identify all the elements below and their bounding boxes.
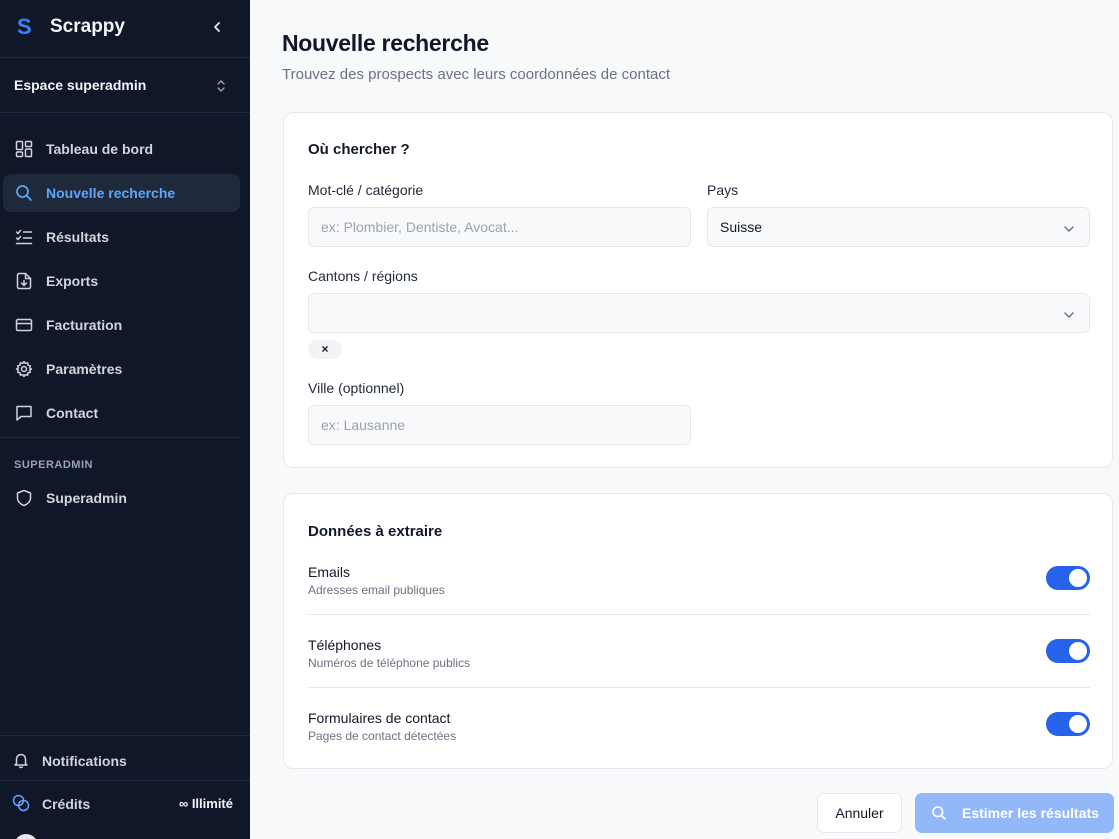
estimate-button-label: Estimer les résultats	[962, 805, 1099, 821]
forms-toggle[interactable]	[1046, 712, 1090, 736]
where-card-title: Où chercher ?	[308, 141, 410, 158]
option-description: Adresses email publiques	[308, 583, 445, 597]
notifications-item[interactable]: Notifications	[0, 737, 250, 781]
message-icon	[15, 404, 33, 422]
workspace-label: Espace superadmin	[14, 77, 147, 93]
brand-name: Scrappy	[50, 16, 125, 37]
chevron-left-icon	[214, 22, 220, 32]
country-label: Pays	[707, 182, 739, 198]
option-description: Numéros de téléphone publics	[308, 656, 471, 670]
sidebar-divider	[0, 735, 250, 736]
sidebar-item-exports[interactable]: Exports	[3, 262, 240, 300]
toggle-knob	[1069, 569, 1087, 587]
option-row-phones: Téléphones Numéros de téléphone publics	[308, 637, 1090, 688]
credits-item: Crédits ∞ Illimité	[0, 780, 250, 824]
chevron-up-down-icon	[213, 77, 229, 95]
workspace-switcher[interactable]: Espace superadmin	[0, 58, 250, 113]
keyword-label: Mot-clé / catégorie	[308, 182, 424, 198]
cancel-button[interactable]: Annuler	[817, 793, 902, 833]
list-check-icon	[15, 228, 33, 246]
search-icon	[15, 184, 33, 202]
sidebar-item-billing[interactable]: Facturation	[3, 306, 240, 344]
page-title: Nouvelle recherche	[282, 30, 489, 56]
page-subtitle: Trouvez des prospects avec leurs coordon…	[282, 66, 670, 83]
option-row-emails: Emails Adresses email publiques	[308, 564, 1090, 615]
chevron-down-icon	[1063, 308, 1075, 320]
sidebar-item-label: Tableau de bord	[46, 141, 154, 157]
sidebar-divider	[0, 437, 240, 438]
sidebar-item-label: Nouvelle recherche	[46, 185, 176, 201]
sidebar-item-label: Résultats	[46, 229, 110, 245]
sidebar-item-label: Superadmin	[46, 490, 127, 506]
option-title: Formulaires de contact	[308, 710, 451, 726]
main-content: Nouvelle recherche Trouvez des prospects…	[250, 0, 1119, 839]
sidebar-item-contact[interactable]: Contact	[3, 394, 240, 432]
coins-icon	[12, 794, 30, 812]
option-row-forms: Formulaires de contact Pages de contact …	[308, 710, 1090, 761]
sidebar-item-label: Paramètres	[46, 361, 123, 377]
option-description: Pages de contact détectées	[308, 729, 457, 743]
file-download-icon	[15, 272, 33, 290]
sidebar-item-label: Facturation	[46, 317, 123, 333]
collapse-sidebar-button[interactable]	[208, 17, 226, 37]
option-title: Emails	[308, 564, 351, 580]
credit-card-icon	[15, 316, 33, 334]
region-chip-remove[interactable]: ×	[308, 340, 342, 359]
sidebar-item-results[interactable]: Résultats	[3, 218, 240, 256]
dashboard-icon	[15, 140, 33, 158]
sidebar-item-label: Contact	[46, 405, 99, 421]
chevron-down-icon	[1063, 222, 1075, 234]
gear-icon	[15, 360, 33, 378]
keyword-input[interactable]	[308, 207, 691, 247]
sidebar-item-dashboard[interactable]: Tableau de bord	[3, 130, 240, 168]
city-label: Ville (optionnel)	[308, 380, 405, 396]
bell-icon	[12, 751, 30, 769]
city-input[interactable]	[308, 405, 691, 445]
brand-logo: S	[17, 14, 32, 39]
section-label: SUPERADMIN	[14, 459, 93, 471]
extract-card-title: Données à extraire	[308, 523, 443, 540]
emails-toggle[interactable]	[1046, 566, 1090, 590]
shield-icon	[15, 489, 33, 507]
phones-toggle[interactable]	[1046, 639, 1090, 663]
sidebar-item-settings[interactable]: Paramètres	[3, 350, 240, 388]
search-icon	[931, 805, 947, 821]
credits-label: Crédits	[42, 796, 91, 812]
estimate-button[interactable]: Estimer les résultats	[915, 793, 1114, 833]
where-card: Où chercher ? Mot-clé / catégorie Pays S…	[283, 112, 1113, 468]
regions-select[interactable]	[308, 293, 1090, 333]
avatar[interactable]	[14, 834, 38, 839]
notifications-label: Notifications	[42, 753, 127, 769]
country-select[interactable]: Suisse	[707, 207, 1090, 247]
sidebar: S Scrappy Espace superadmin Tableau de b…	[0, 0, 250, 839]
brand-header: S Scrappy	[0, 0, 250, 58]
extract-card: Données à extraire Emails Adresses email…	[283, 493, 1113, 769]
country-value: Suisse	[720, 219, 763, 235]
regions-label: Cantons / régions	[308, 268, 418, 284]
toggle-knob	[1069, 715, 1087, 733]
sidebar-item-superadmin[interactable]: Superadmin	[3, 479, 240, 517]
credits-value: ∞ Illimité	[178, 796, 233, 811]
sidebar-item-new-search[interactable]: Nouvelle recherche	[3, 174, 240, 212]
option-title: Téléphones	[308, 637, 382, 653]
toggle-knob	[1069, 642, 1087, 660]
sidebar-item-label: Exports	[46, 273, 99, 289]
